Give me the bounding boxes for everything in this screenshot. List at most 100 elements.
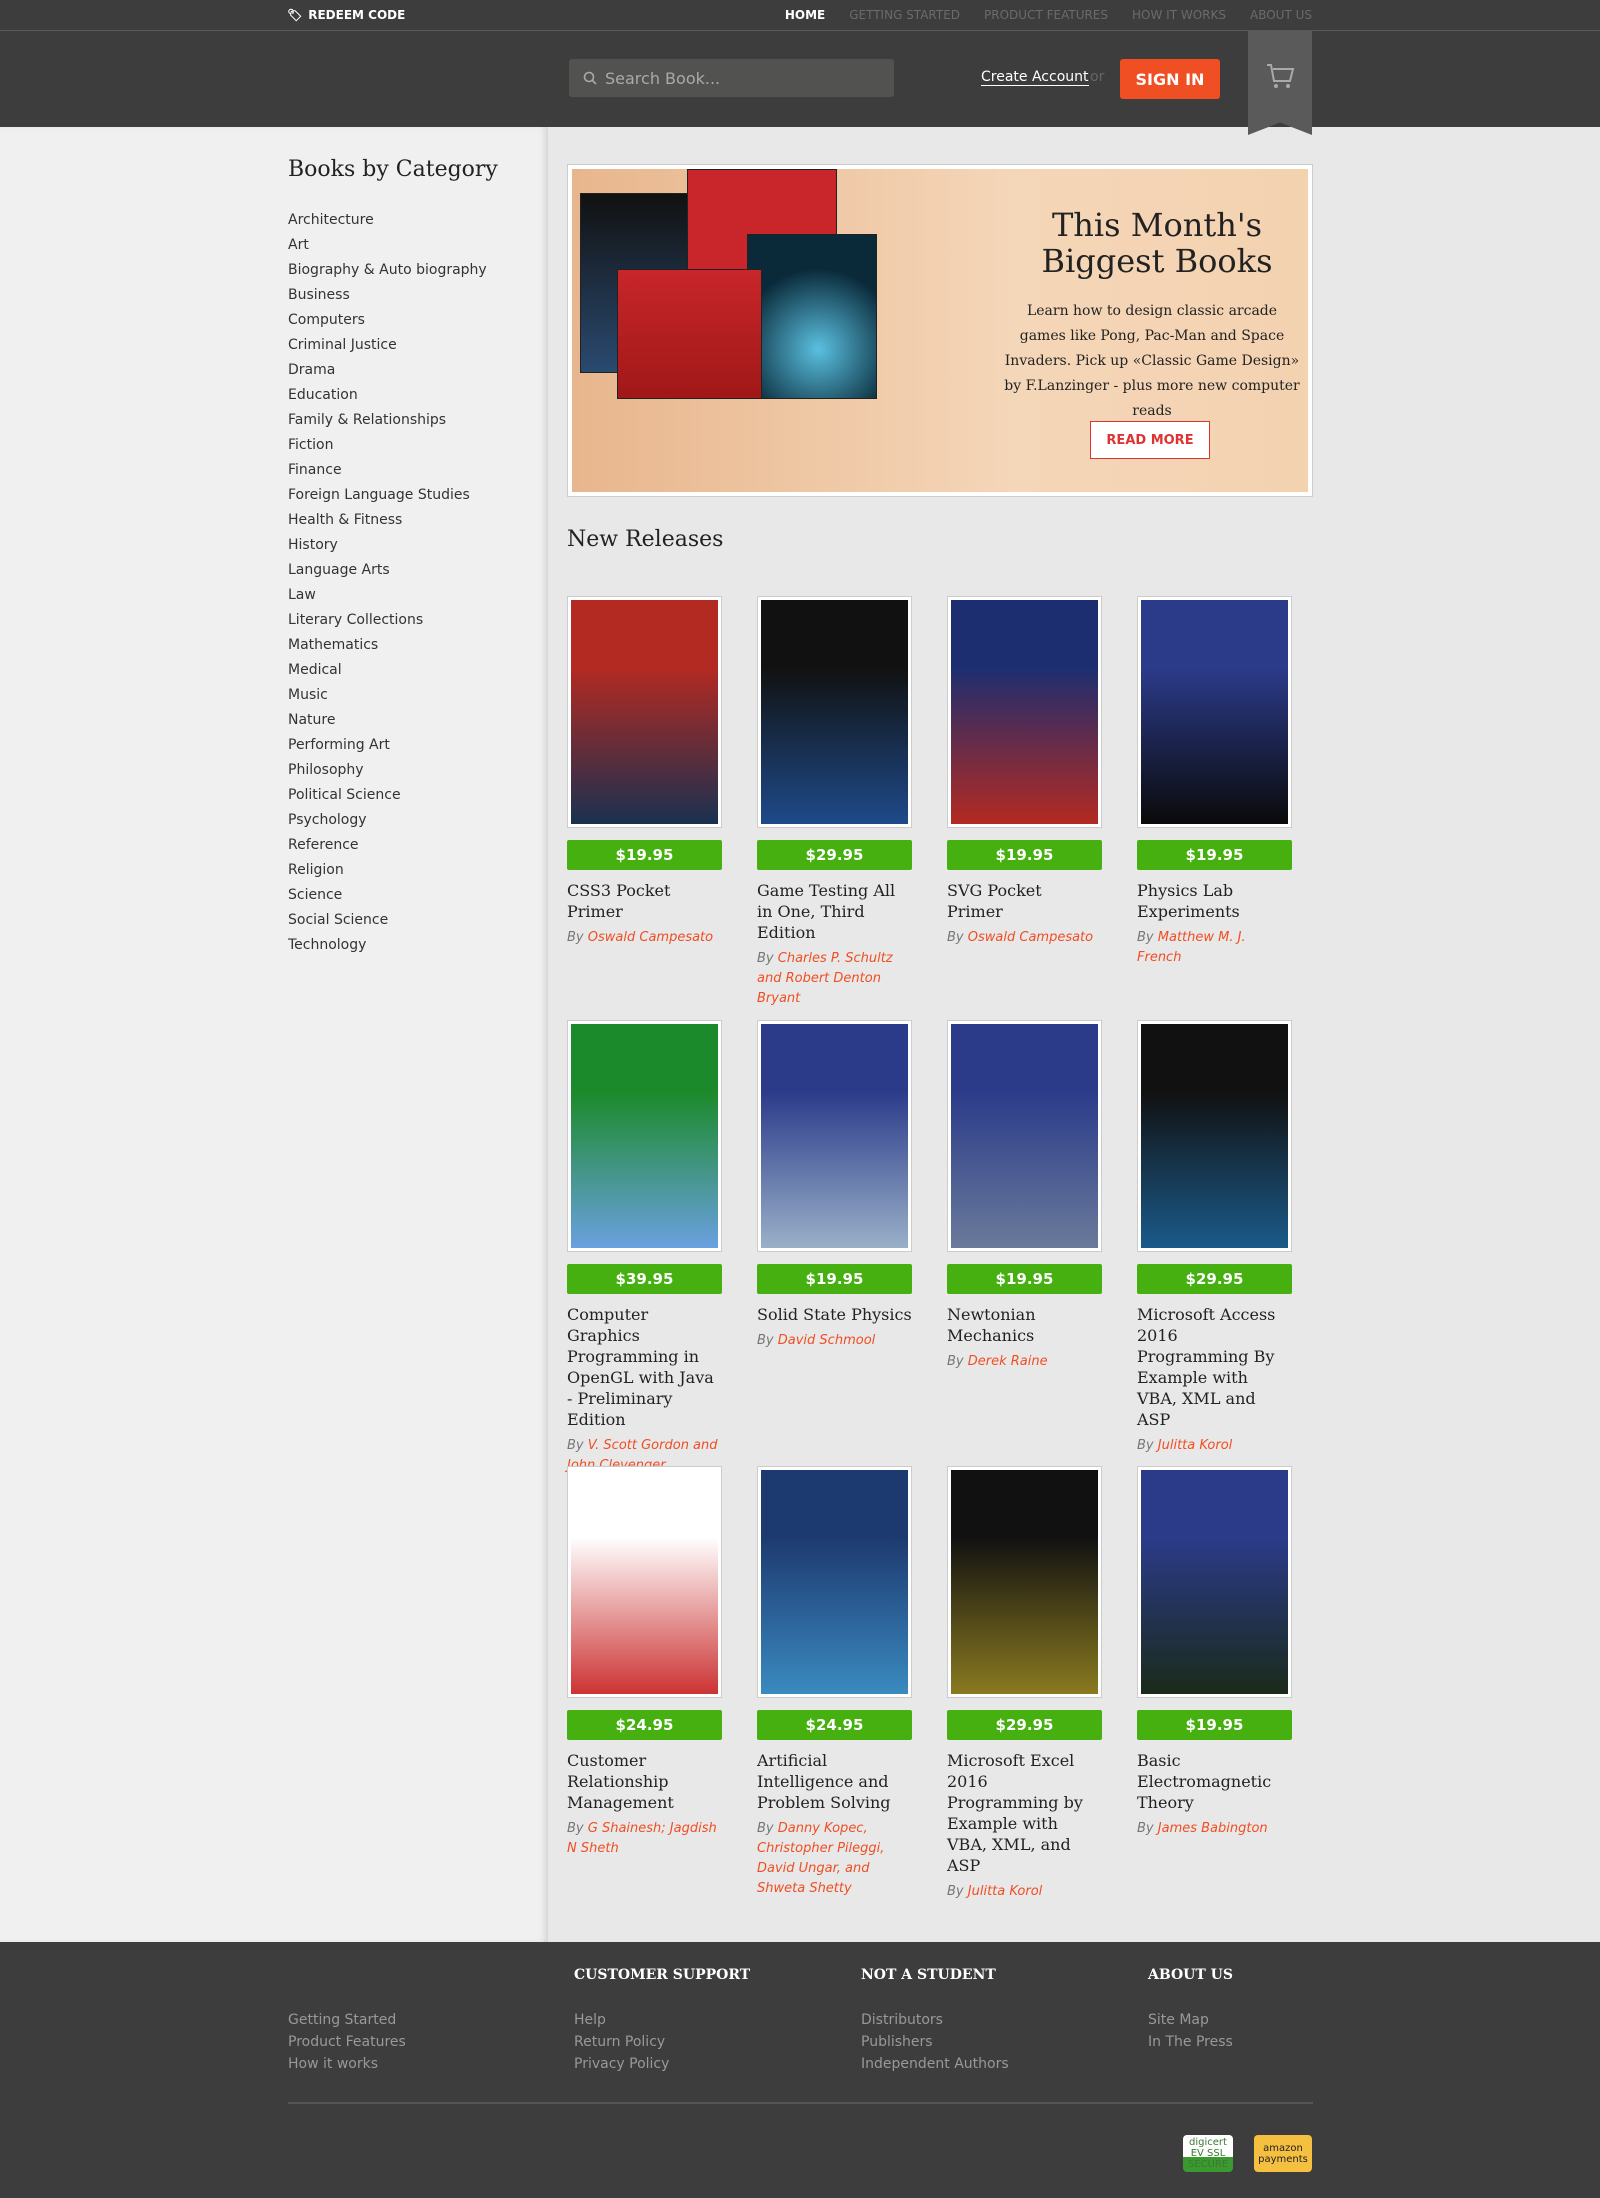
book-cover[interactable] (947, 1466, 1102, 1698)
category-link[interactable]: Health & Fitness (288, 512, 487, 537)
category-link[interactable]: History (288, 537, 487, 562)
author-link[interactable]: Derek Raine (968, 1354, 1048, 1369)
category-link[interactable]: Social Science (288, 912, 487, 937)
author-link[interactable]: Matthew M. J. French (1137, 930, 1246, 965)
author-link[interactable]: James Babington (1158, 1821, 1268, 1836)
book-cover[interactable] (1137, 1020, 1292, 1252)
category-link[interactable]: Fiction (288, 437, 487, 462)
book-cover[interactable] (947, 1020, 1102, 1252)
book-title[interactable]: Microsoft Access 2016 Programming By Exa… (1137, 1304, 1292, 1430)
book-card[interactable]: $24.95 Customer Relationship Management … (567, 1466, 722, 1859)
author-link[interactable]: G Shainesh; Jagdish N Sheth (567, 1821, 717, 1856)
category-link[interactable]: Family & Relationships (288, 412, 487, 437)
category-link[interactable]: Literary Collections (288, 612, 487, 637)
price-button[interactable]: $24.95 (567, 1710, 722, 1740)
amazon-payments-badge[interactable]: amazon payments (1254, 2135, 1312, 2172)
book-card[interactable]: $19.95 SVG Pocket Primer By Oswald Campe… (947, 596, 1102, 948)
book-card[interactable]: $29.95 Microsoft Access 2016 Programming… (1137, 1020, 1292, 1456)
book-card[interactable]: $29.95 Game Testing All in One, Third Ed… (757, 596, 912, 1009)
book-title[interactable]: Game Testing All in One, Third Edition (757, 880, 912, 943)
category-link[interactable]: Nature (288, 712, 487, 737)
author-link[interactable]: Charles P. Schultz and Robert Denton Bry… (757, 951, 893, 1006)
book-card[interactable]: $19.95 Solid State Physics By David Schm… (757, 1020, 912, 1351)
read-more-button[interactable]: READ MORE (1090, 421, 1210, 459)
footer-link[interactable]: Privacy Policy (574, 2056, 750, 2078)
price-button[interactable]: $39.95 (567, 1264, 722, 1294)
redeem-code-link[interactable]: 🏷 REDEEM CODE (287, 8, 405, 22)
footer-link[interactable]: Getting Started (288, 2012, 406, 2034)
price-button[interactable]: $19.95 (947, 840, 1102, 870)
book-title[interactable]: Computer Graphics Programming in OpenGL … (567, 1304, 722, 1430)
book-card[interactable]: $39.95 Computer Graphics Programming in … (567, 1020, 722, 1476)
digicert-badge[interactable]: digicert EV SSL SECURE (1183, 2135, 1233, 2172)
cart-button[interactable] (1248, 31, 1312, 135)
book-card[interactable]: $19.95 CSS3 Pocket Primer By Oswald Camp… (567, 596, 722, 948)
price-button[interactable]: $19.95 (1137, 1710, 1292, 1740)
footer-link[interactable]: Help (574, 2012, 750, 2034)
book-card[interactable]: $29.95 Microsoft Excel 2016 Programming … (947, 1466, 1102, 1902)
book-title[interactable]: Microsoft Excel 2016 Programming by Exam… (947, 1750, 1102, 1876)
category-link[interactable]: Business (288, 287, 487, 312)
footer-link[interactable]: Product Features (288, 2034, 406, 2056)
book-title[interactable]: Basic Electromagnetic Theory (1137, 1750, 1292, 1813)
book-title[interactable]: Artificial Intelligence and Problem Solv… (757, 1750, 912, 1813)
nav-home[interactable]: HOME (785, 8, 825, 22)
price-button[interactable]: $19.95 (567, 840, 722, 870)
category-link[interactable]: Foreign Language Studies (288, 487, 487, 512)
book-cover[interactable] (757, 1466, 912, 1698)
nav-product-features[interactable]: PRODUCT FEATURES (984, 8, 1108, 22)
category-link[interactable]: Technology (288, 937, 487, 962)
author-link[interactable]: Oswald Campesato (588, 930, 713, 945)
category-link[interactable]: Reference (288, 837, 487, 862)
book-title[interactable]: Solid State Physics (757, 1304, 912, 1325)
author-link[interactable]: Julitta Korol (968, 1884, 1043, 1899)
footer-link[interactable]: In The Press (1148, 2034, 1233, 2056)
category-link[interactable]: Psychology (288, 812, 487, 837)
category-link[interactable]: Political Science (288, 787, 487, 812)
price-button[interactable]: $19.95 (757, 1264, 912, 1294)
book-cover[interactable] (947, 596, 1102, 828)
footer-link[interactable]: Publishers (861, 2034, 1009, 2056)
book-cover[interactable] (567, 1466, 722, 1698)
category-link[interactable]: Education (288, 387, 487, 412)
book-cover[interactable] (567, 1020, 722, 1252)
nav-how-it-works[interactable]: HOW IT WORKS (1132, 8, 1226, 22)
category-link[interactable]: Biography & Auto biography (288, 262, 487, 287)
category-link[interactable]: Religion (288, 862, 487, 887)
book-card[interactable]: $24.95 Artificial Intelligence and Probl… (757, 1466, 912, 1899)
author-link[interactable]: Julitta Korol (1158, 1438, 1233, 1453)
book-cover[interactable] (1137, 1466, 1292, 1698)
author-link[interactable]: Danny Kopec, Christopher Pileggi, David … (757, 1821, 884, 1896)
book-cover[interactable] (1137, 596, 1292, 828)
category-link[interactable]: Computers (288, 312, 487, 337)
book-cover[interactable] (757, 596, 912, 828)
book-cover[interactable] (757, 1020, 912, 1252)
price-button[interactable]: $24.95 (757, 1710, 912, 1740)
price-button[interactable]: $29.95 (947, 1710, 1102, 1740)
book-title[interactable]: CSS3 Pocket Primer (567, 880, 722, 922)
price-button[interactable]: $29.95 (757, 840, 912, 870)
category-link[interactable]: Drama (288, 362, 487, 387)
nav-about-us[interactable]: ABOUT US (1250, 8, 1312, 22)
footer-link[interactable]: Distributors (861, 2012, 1009, 2034)
category-link[interactable]: Music (288, 687, 487, 712)
nav-getting-started[interactable]: GETTING STARTED (849, 8, 960, 22)
footer-link[interactable]: How it works (288, 2056, 406, 2078)
author-link[interactable]: Oswald Campesato (968, 930, 1093, 945)
category-link[interactable]: Architecture (288, 212, 487, 237)
book-card[interactable]: $19.95 Physics Lab Experiments By Matthe… (1137, 596, 1292, 968)
category-link[interactable]: Science (288, 887, 487, 912)
price-button[interactable]: $19.95 (947, 1264, 1102, 1294)
category-link[interactable]: Art (288, 237, 487, 262)
category-link[interactable]: Performing Art (288, 737, 487, 762)
category-link[interactable]: Finance (288, 462, 487, 487)
create-account-link[interactable]: Create Account (981, 69, 1089, 86)
book-cover[interactable] (567, 596, 722, 828)
book-title[interactable]: Customer Relationship Management (567, 1750, 722, 1813)
book-title[interactable]: SVG Pocket Primer (947, 880, 1102, 922)
book-title[interactable]: Newtonian Mechanics (947, 1304, 1102, 1346)
sign-in-button[interactable]: SIGN IN (1120, 59, 1220, 99)
category-link[interactable]: Criminal Justice (288, 337, 487, 362)
category-link[interactable]: Philosophy (288, 762, 487, 787)
book-title[interactable]: Physics Lab Experiments (1137, 880, 1292, 922)
